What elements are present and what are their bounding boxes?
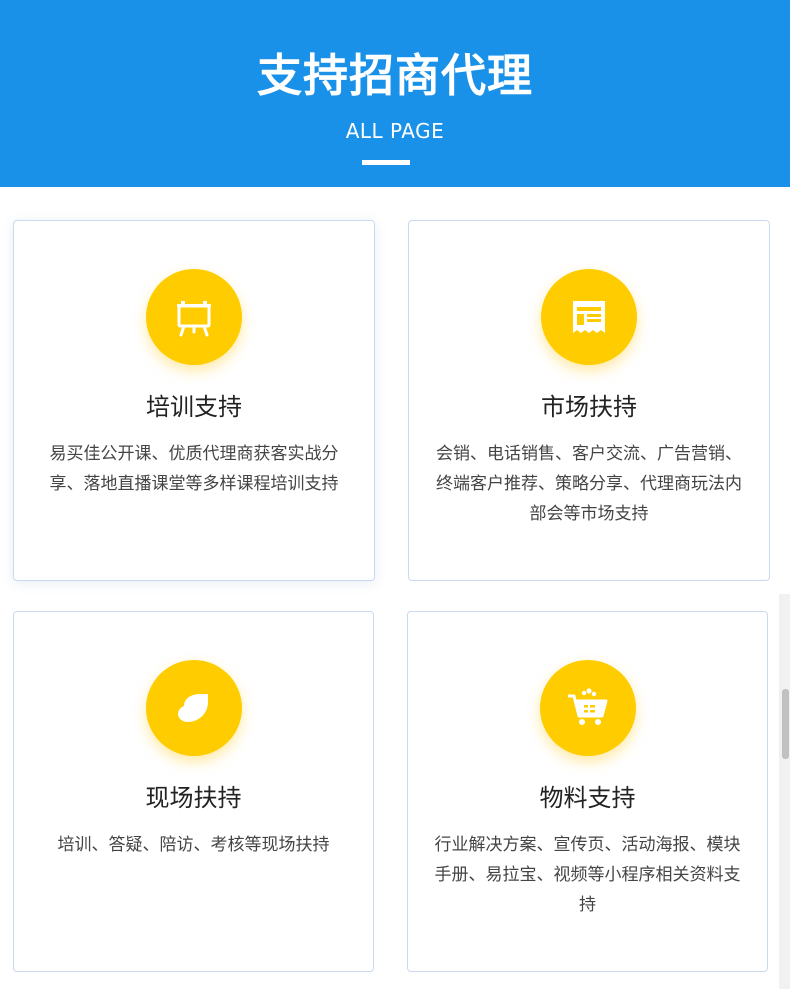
card-description: 易买佳公开课、优质代理商获客实战分享、落地直播课堂等多样课程培训支持 (49, 444, 339, 494)
scrollbar-thumb[interactable] (782, 689, 789, 759)
page-header: 支持招商代理 ALL PAGE (0, 0, 790, 187)
card-market-support[interactable]: 市场扶持 会销、电话销售、客户交流、广告营销、终端客户推荐、策略分享、代理商玩法… (408, 220, 770, 581)
card-description: 行业解决方案、宣传页、活动海报、模块手册、易拉宝、视频等小程序相关资料支持 (434, 835, 741, 915)
page-title: 支持招商代理 (256, 49, 533, 102)
card-title: 现场扶持 (145, 784, 242, 812)
card-title: 市场扶持 (541, 393, 637, 421)
card-material-support[interactable]: 物料支持 行业解决方案、宣传页、活动海报、模块手册、易拉宝、视频等小程序相关资料… (407, 611, 768, 972)
newspaper-icon (541, 269, 637, 365)
card-title: 物料支持 (539, 784, 636, 812)
title-underline (362, 160, 410, 165)
card-description: 培训、答疑、陪访、考核等现场扶持 (57, 835, 330, 855)
card-description: 会销、电话销售、客户交流、广告营销、终端客户推荐、策略分享、代理商玩法内部会等市… (436, 444, 742, 524)
shopping-cart-icon (539, 660, 636, 756)
card-title: 培训支持 (146, 393, 242, 421)
page-subtitle: ALL PAGE (345, 119, 445, 143)
vertical-scrollbar[interactable] (779, 594, 790, 989)
card-onsite-support[interactable]: 现场扶持 培训、答疑、陪访、考核等现场扶持 (13, 611, 374, 972)
leaf-shape-icon (145, 660, 242, 756)
card-training-support[interactable]: 培训支持 易买佳公开课、优质代理商获客实战分享、落地直播课堂等多样课程培训支持 (13, 220, 375, 581)
easel-presentation-icon (146, 269, 242, 365)
